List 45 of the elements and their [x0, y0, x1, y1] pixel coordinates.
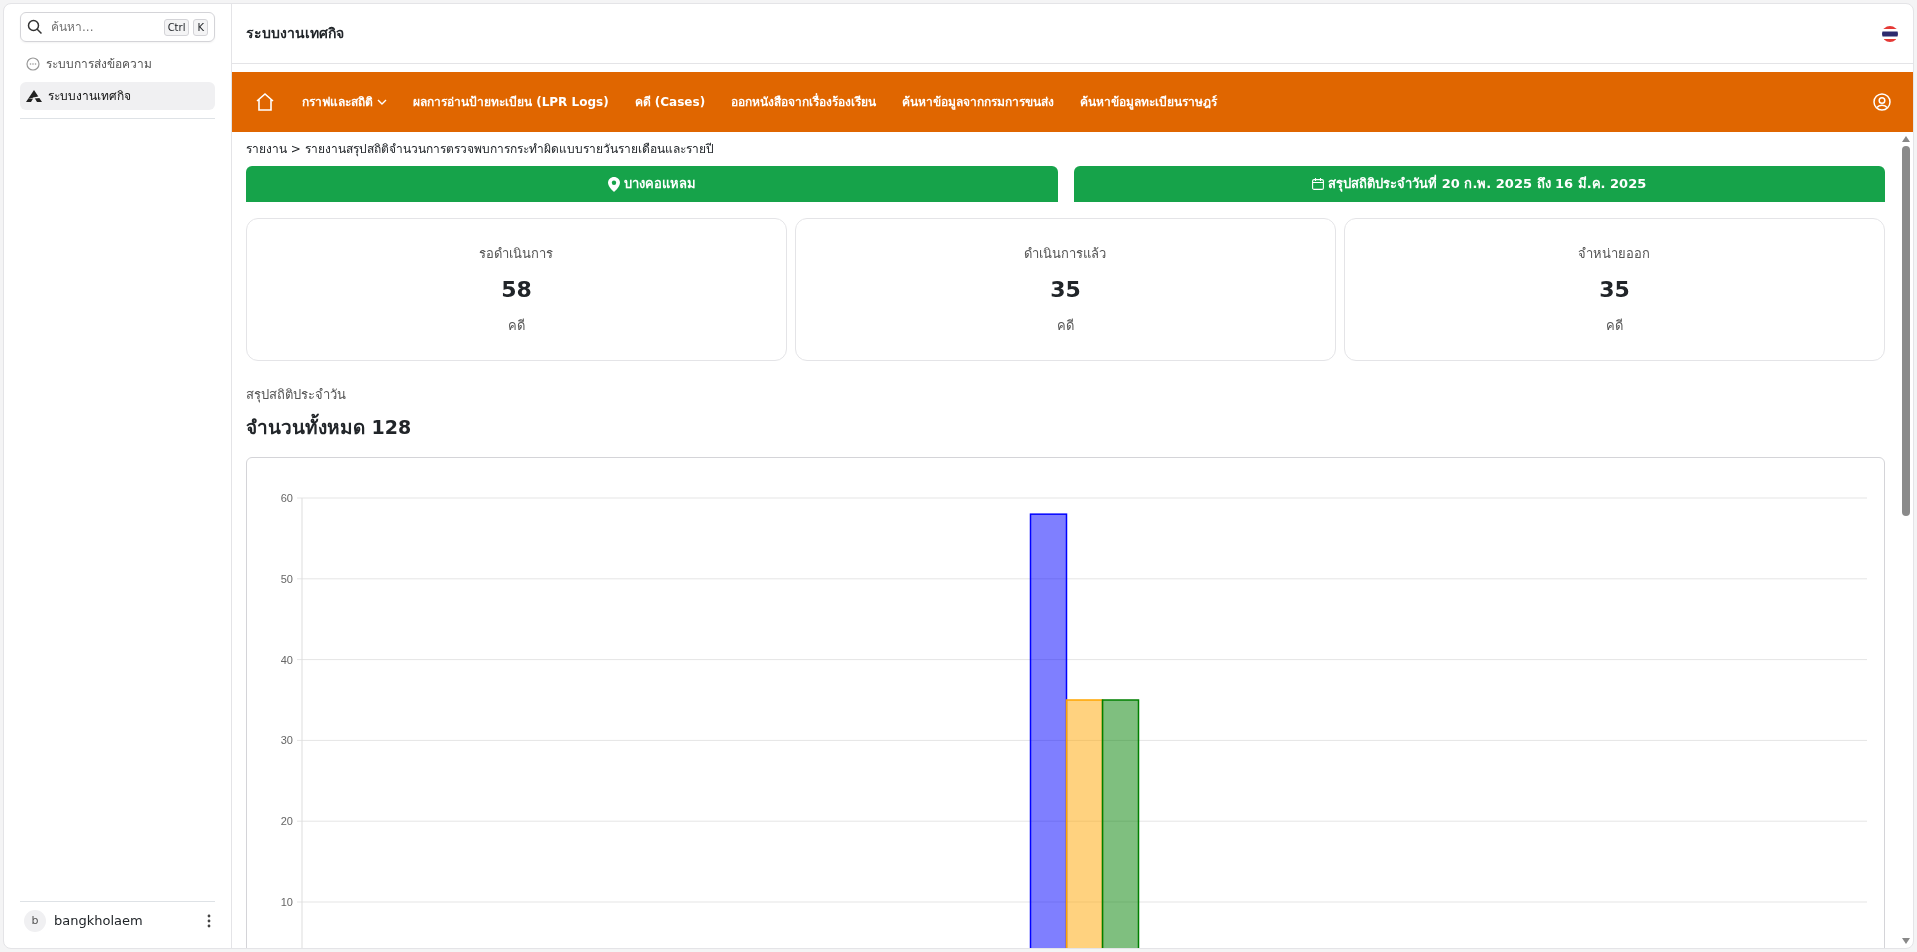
stat-label: ดำเนินการแล้ว — [1024, 244, 1107, 263]
stat-unit: คดี — [1056, 317, 1074, 335]
user-avatar: b — [24, 910, 46, 932]
section-subtitle: สรุปสถิติประจำวัน — [246, 386, 347, 405]
nav-link[interactable]: ค้นหาข้อมูลทะเบียนราษฎร์ — [1080, 93, 1218, 111]
axis-label: 50 — [280, 572, 293, 585]
location-pin-icon — [607, 176, 620, 192]
flag-icon[interactable] — [1881, 24, 1899, 43]
nav-link[interactable]: ผลการอ่านป้ายทะเบียน (LPR Logs) — [413, 93, 609, 111]
chat-icon — [26, 57, 40, 71]
nav-link[interactable]: คดี (Cases) — [634, 93, 706, 111]
stat-value: 35 — [1599, 276, 1630, 304]
search-icon — [27, 19, 43, 35]
page-title: ระบบงานเทศกิจ — [246, 24, 344, 43]
axis-label: 20 — [280, 815, 293, 828]
section-title: จำนวนทั้งหมด 128 — [246, 412, 413, 440]
nav-link[interactable]: ค้นหาข้อมูลจากกรมการขนส่ง — [902, 93, 1055, 111]
sidebar-item[interactable]: ระบบการส่งข้อความ — [20, 50, 215, 78]
info-banner: สรุปสถิติประจำวันที่ 20 ก.พ. 2025 ถึง 16 มี.ค. 2025 — [1073, 166, 1885, 202]
breadcrumb: รายงาน > รายงานสรุปสถิติจำนวนการตรวจพบการกระทำผิดแบบรายวันรายเดือนและรายปี — [246, 141, 715, 158]
info-banner: บางคอแหลม — [246, 166, 1058, 202]
keyboard-key: K — [193, 18, 208, 36]
axis-label: 60 — [280, 492, 293, 504]
user-name: bangkholaem — [54, 912, 144, 931]
stat-label: จำหน่ายออก — [1578, 244, 1651, 263]
nav-link[interactable]: ออกหนังสือจากเรื่องร้องเรียน — [731, 93, 877, 111]
scroll-up-icon[interactable] — [1902, 136, 1910, 142]
sidebar-item[interactable]: ระบบงานเทศกิจ — [20, 82, 215, 110]
more-icon[interactable] — [207, 914, 211, 928]
stat-label: รอดำเนินการ — [479, 244, 554, 263]
keyboard-key: Ctrl — [163, 18, 190, 36]
user-icon[interactable] — [1873, 93, 1891, 111]
stat-unit: คดี — [508, 317, 525, 335]
nav-link[interactable]: กราฟและสถิติ — [302, 93, 387, 111]
axis-label: 40 — [280, 653, 293, 666]
scroll-down-icon[interactable] — [1902, 938, 1910, 944]
search-field[interactable]: ค้นหา... Ctrl K — [20, 12, 215, 42]
stat-value: 58 — [501, 276, 532, 304]
calendar-icon — [1312, 178, 1325, 190]
stat-value: 35 — [1050, 276, 1081, 304]
axis-label: 30 — [280, 734, 293, 747]
stat-unit: คดี — [1605, 317, 1623, 335]
axis-label: 10 — [280, 896, 293, 908]
home-icon[interactable] — [254, 91, 276, 113]
logo-icon — [26, 90, 42, 102]
